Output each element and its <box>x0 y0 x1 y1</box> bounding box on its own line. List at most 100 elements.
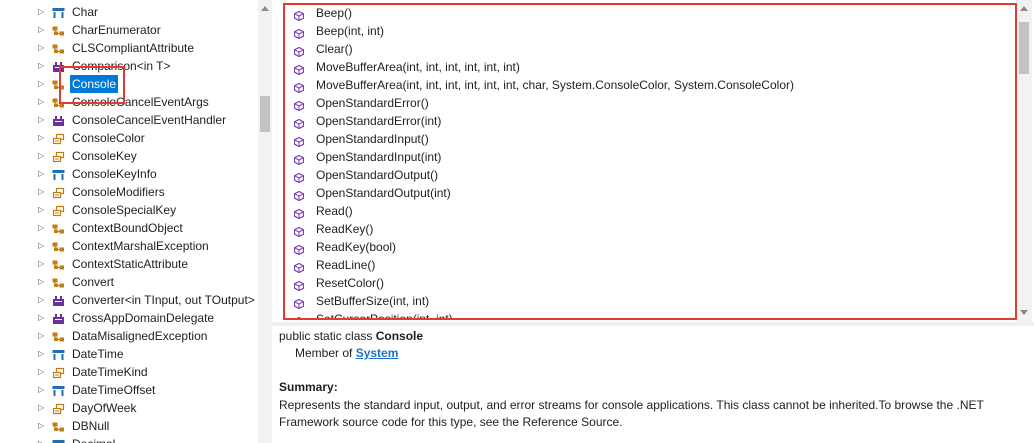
type-tree-item[interactable]: ▷ CharEnumerator <box>0 21 258 39</box>
class-icon <box>52 24 65 36</box>
expand-arrow-icon[interactable]: ▷ <box>38 75 46 93</box>
expand-arrow-icon[interactable]: ▷ <box>38 39 46 57</box>
class-icon <box>52 240 65 252</box>
expand-arrow-icon[interactable]: ▷ <box>38 21 46 39</box>
delegate-icon <box>52 114 65 126</box>
expand-arrow-icon[interactable]: ▷ <box>38 111 46 129</box>
type-tree-item[interactable]: ▷ Comparison<in T> <box>0 57 258 75</box>
type-tree-label: ContextStaticAttribute <box>72 257 189 271</box>
scroll-up-arrow-icon[interactable] <box>261 6 269 11</box>
scroll-thumb[interactable] <box>260 96 270 132</box>
type-tree-item[interactable]: ▷ Char <box>0 3 258 21</box>
type-tree-label: Converter<in TInput, out TOutput> <box>72 293 255 307</box>
expand-arrow-icon[interactable]: ▷ <box>38 363 46 381</box>
type-tree-label: ConsoleCancelEventArgs <box>72 95 209 109</box>
type-tree-item[interactable]: ▷ CrossAppDomainDelegate <box>0 309 258 327</box>
type-tree-item[interactable]: ▷ ConsoleKey <box>0 147 258 165</box>
expand-arrow-icon[interactable]: ▷ <box>38 309 46 327</box>
member-label: ReadKey() <box>316 222 374 236</box>
expand-arrow-icon[interactable]: ▷ <box>38 291 46 309</box>
scroll-down-arrow-icon[interactable] <box>1020 310 1028 315</box>
type-tree-scrollbar[interactable] <box>258 0 272 443</box>
class-icon <box>52 420 65 432</box>
members-list[interactable]: Beep() Beep(int, int) Clear() MoveBufferAre… <box>284 4 1016 320</box>
type-tree-item[interactable]: ▷ ConsoleCancelEventArgs <box>0 93 258 111</box>
method-icon <box>293 206 305 220</box>
type-tree-item[interactable]: ▷ Convert <box>0 273 258 291</box>
expand-arrow-icon[interactable]: ▷ <box>38 417 46 435</box>
type-tree-item[interactable]: ▷ ContextBoundObject <box>0 219 258 237</box>
type-tree-item[interactable]: ▷ DataMisalignedException <box>0 327 258 345</box>
type-tree-item[interactable]: ▷ ConsoleColor <box>0 129 258 147</box>
type-tree-item[interactable]: ▷ DayOfWeek <box>0 399 258 417</box>
type-tree-item[interactable]: ▷ ConsoleKeyInfo <box>0 165 258 183</box>
expand-arrow-icon[interactable]: ▷ <box>38 237 46 255</box>
member-label: OpenStandardInput() <box>316 132 429 146</box>
type-tree-label: Comparison<in T> <box>72 59 171 73</box>
expand-arrow-icon[interactable]: ▷ <box>38 399 46 417</box>
member-label: SetCursorPosition(int, int) <box>316 312 453 320</box>
member-label: ReadKey(bool) <box>316 240 397 254</box>
method-icon <box>293 116 305 130</box>
method-icon <box>293 134 305 148</box>
pane-divider[interactable] <box>272 322 1034 326</box>
expand-arrow-icon[interactable]: ▷ <box>38 165 46 183</box>
type-tree-label: ConsoleColor <box>72 131 145 145</box>
expand-arrow-icon[interactable]: ▷ <box>38 345 46 363</box>
delegate-icon <box>52 60 65 72</box>
scroll-up-arrow-icon[interactable] <box>1020 6 1028 11</box>
type-tree-label: DataMisalignedException <box>72 329 208 343</box>
expand-arrow-icon[interactable]: ▷ <box>38 147 46 165</box>
method-icon <box>293 26 305 40</box>
expand-arrow-icon[interactable]: ▷ <box>38 201 46 219</box>
expand-arrow-icon[interactable]: ▷ <box>38 3 46 21</box>
expand-arrow-icon[interactable]: ▷ <box>38 183 46 201</box>
type-tree-item[interactable]: ▷ DBNull <box>0 417 258 435</box>
type-tree-item[interactable]: ▷ DateTimeKind <box>0 363 258 381</box>
namespace-link[interactable]: System <box>356 346 399 360</box>
type-tree-item[interactable]: ▷ DateTimeOffset <box>0 381 258 399</box>
type-tree-label: ConsoleCancelEventHandler <box>72 113 227 127</box>
method-icon <box>293 260 305 274</box>
type-tree-item[interactable]: ▷ CLSCompliantAttribute <box>0 39 258 57</box>
type-tree-label: ContextMarshalException <box>72 239 209 253</box>
expand-arrow-icon[interactable]: ▷ <box>38 219 46 237</box>
type-tree-label: CLSCompliantAttribute <box>72 41 195 55</box>
type-tree-item[interactable]: ▷ Console <box>0 75 258 93</box>
type-tree-item[interactable]: ▷ ConsoleModifiers <box>0 183 258 201</box>
type-tree-item[interactable]: ▷ ContextStaticAttribute <box>0 255 258 273</box>
summary-heading: Summary: <box>279 380 338 394</box>
type-tree-label: DateTimeOffset <box>72 383 156 397</box>
expand-arrow-icon[interactable]: ▷ <box>38 255 46 273</box>
class-icon <box>52 42 65 54</box>
method-icon <box>293 98 305 112</box>
summary-text: Represents the standard input, output, a… <box>279 398 984 429</box>
method-icon <box>293 170 305 184</box>
expand-arrow-icon[interactable]: ▷ <box>38 381 46 399</box>
declaration-name: Console <box>375 329 424 343</box>
expand-arrow-icon[interactable]: ▷ <box>38 57 46 75</box>
enum-icon <box>52 402 65 415</box>
scroll-thumb[interactable] <box>1019 22 1029 74</box>
type-tree-item[interactable]: ▷ Decimal <box>0 435 258 443</box>
expand-arrow-icon[interactable]: ▷ <box>38 435 46 443</box>
type-tree-item[interactable]: ▷ ContextMarshalException <box>0 237 258 255</box>
type-tree-item[interactable]: ▷ Converter<in TInput, out TOutput> <box>0 291 258 309</box>
expand-arrow-icon[interactable]: ▷ <box>38 327 46 345</box>
type-declaration: public static class Console <box>279 328 423 344</box>
enum-icon <box>52 204 65 217</box>
method-icon <box>293 152 305 166</box>
method-icon <box>293 224 305 238</box>
type-tree-item[interactable]: ▷ DateTime <box>0 345 258 363</box>
type-tree[interactable]: ▷ Char ▷ CharEnumerator ▷ CLSCompliantAttribu… <box>0 0 272 443</box>
member-label: SetBufferSize(int, int) <box>316 294 430 308</box>
members-scrollbar[interactable] <box>1016 0 1032 322</box>
type-tree-item[interactable]: ▷ ConsoleSpecialKey <box>0 201 258 219</box>
expand-arrow-icon[interactable]: ▷ <box>38 273 46 291</box>
expand-arrow-icon[interactable]: ▷ <box>38 129 46 147</box>
type-tree-label: Decimal <box>72 435 115 443</box>
method-icon <box>293 314 305 320</box>
enum-icon <box>52 366 65 379</box>
type-tree-item[interactable]: ▷ ConsoleCancelEventHandler <box>0 111 258 129</box>
expand-arrow-icon[interactable]: ▷ <box>38 93 46 111</box>
